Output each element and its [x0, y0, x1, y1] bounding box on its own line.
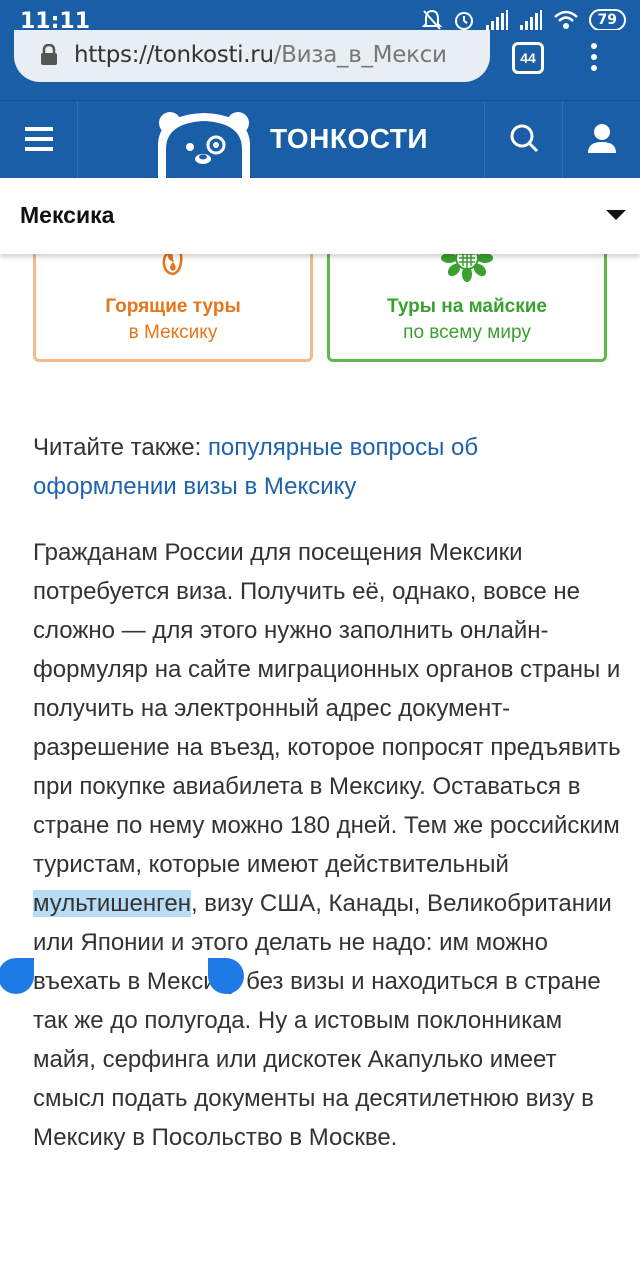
selected-text[interactable]: мультишенген: [33, 890, 191, 917]
signal-icon: [519, 10, 542, 30]
tab-count-button[interactable]: 44: [512, 42, 544, 74]
search-icon: [510, 124, 539, 153]
battery-indicator: 79: [588, 9, 626, 31]
promo-subtitle: в Мексику: [128, 322, 218, 343]
alarm-icon: [454, 12, 473, 30]
browser-menu-icon[interactable]: [584, 40, 604, 80]
hot-tours-card[interactable]: Горящие туры в Мексику: [33, 236, 313, 362]
paragraph-text: Гражданам России для посещения Мексики п…: [33, 539, 621, 878]
address-bar[interactable]: https://tonkosti.ru/Виза_в_Мекси: [14, 30, 490, 82]
promo-title: Туры на майские: [386, 296, 547, 317]
bear-logo-icon: [158, 112, 250, 179]
hamburger-menu-icon[interactable]: [0, 101, 78, 179]
status-icons: 79: [421, 8, 626, 32]
url-text: https://tonkosti.ru/Виза_в_Мекси: [74, 42, 484, 68]
read-also-prefix: Читайте также:: [33, 434, 208, 461]
url-path: /Виза_в_Мекси: [273, 42, 447, 68]
browser-toolbar: https://tonkosti.ru/Виза_в_Мекси 44: [0, 30, 640, 100]
article-paragraph: Гражданам России для посещения Мексики п…: [33, 533, 623, 1157]
country-selector[interactable]: Мексика: [0, 178, 640, 254]
wifi-icon: [553, 10, 578, 29]
signal-icon: [485, 10, 508, 30]
url-host: https://tonkosti.ru: [74, 42, 274, 68]
paragraph-text: , визу США, Канады, Великобритании или Я…: [33, 890, 612, 1151]
selection-handle-end[interactable]: [208, 958, 244, 994]
chevron-down-icon: [606, 210, 626, 220]
promo-subtitle: по всему миру: [403, 322, 531, 343]
country-label: Мексика: [20, 202, 115, 228]
mute-bell-icon: [421, 9, 442, 30]
selection-handle-start[interactable]: [0, 958, 34, 994]
read-also: Читайте также: популярные вопросы об офо…: [33, 428, 623, 506]
logo-text: ТОНКОСТИ: [270, 123, 429, 154]
user-icon: [588, 124, 616, 153]
site-logo[interactable]: ТОНКОСТИ: [152, 105, 452, 179]
search-button[interactable]: [484, 101, 562, 179]
promo-title: Горящие туры: [105, 296, 241, 317]
lock-icon: [41, 44, 57, 65]
user-account-button[interactable]: [562, 101, 640, 179]
may-holiday-tours-card[interactable]: Туры на майские по всему миру: [327, 236, 607, 362]
site-header: ТОНКОСТИ: [0, 100, 640, 179]
